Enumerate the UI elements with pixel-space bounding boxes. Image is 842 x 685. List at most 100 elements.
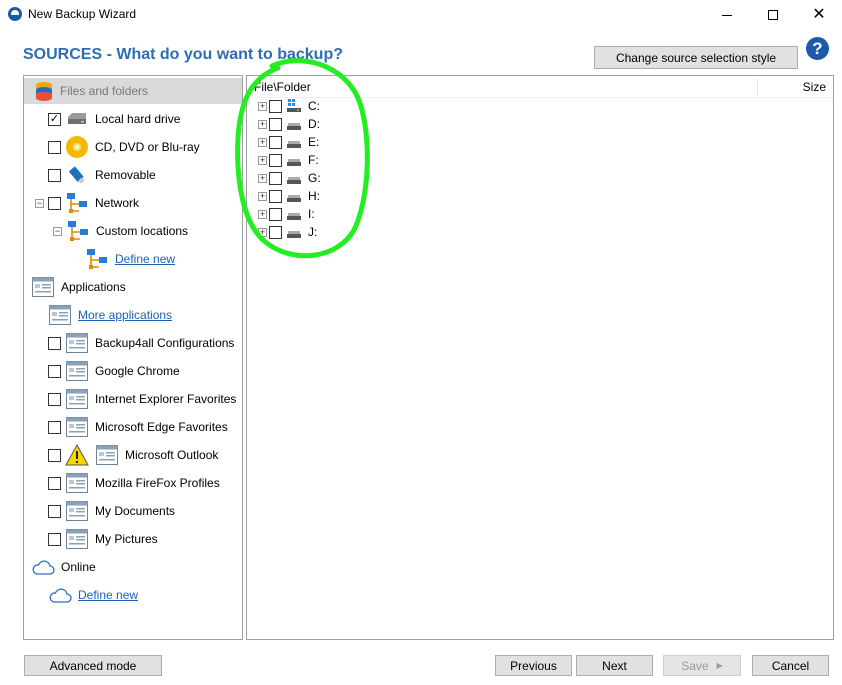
- define-new-network-link[interactable]: Define new: [115, 252, 175, 266]
- drive-row[interactable]: + J:: [258, 223, 317, 241]
- tree-column-header: File\Folder Size: [247, 76, 833, 98]
- help-icon[interactable]: ?: [806, 37, 829, 60]
- network-icon: [66, 219, 90, 243]
- app-item[interactable]: My Pictures: [48, 526, 158, 552]
- app-label: Google Chrome: [95, 364, 180, 378]
- optical-checkbox[interactable]: [48, 140, 61, 154]
- drive-row[interactable]: + H:: [258, 187, 320, 205]
- app-item[interactable]: Backup4all Configurations: [48, 330, 234, 356]
- app-item[interactable]: Internet Explorer Favorites: [48, 386, 236, 412]
- define-new-online-link[interactable]: Define new: [78, 588, 138, 602]
- next-button[interactable]: Next: [576, 655, 653, 676]
- maximize-button[interactable]: [750, 0, 796, 30]
- local-drive-checkbox[interactable]: ✓: [48, 112, 61, 126]
- category-online[interactable]: Online: [31, 554, 96, 580]
- source-label: Removable: [95, 168, 156, 182]
- drive-checkbox[interactable]: [269, 135, 282, 149]
- drive-row[interactable]: + C:: [258, 97, 320, 115]
- drive-checkbox[interactable]: [269, 153, 282, 167]
- app-label: Mozilla FireFox Profiles: [95, 476, 220, 490]
- network-icon: [65, 191, 89, 215]
- expand-icon[interactable]: +: [258, 101, 267, 111]
- drive-row[interactable]: + E:: [258, 133, 319, 151]
- source-label: Network: [95, 196, 140, 210]
- source-network[interactable]: − Network: [35, 190, 139, 216]
- app-item[interactable]: Microsoft Edge Favorites: [48, 414, 228, 440]
- drive-label: J:: [308, 225, 318, 239]
- collapse-icon[interactable]: −: [53, 226, 62, 236]
- app-item[interactable]: My Documents: [48, 498, 175, 524]
- source-local-hard-drive[interactable]: ✓ Local hard drive: [48, 106, 180, 132]
- category-applications[interactable]: Applications: [31, 274, 126, 300]
- app-checkbox[interactable]: [48, 476, 61, 490]
- drive-label: F:: [308, 153, 319, 167]
- app-icon: [8, 7, 22, 21]
- app-item[interactable]: Microsoft Outlook: [48, 442, 218, 468]
- app-checkbox[interactable]: [48, 364, 61, 378]
- app-checkbox[interactable]: [48, 336, 61, 350]
- drive-checkbox[interactable]: [269, 99, 282, 113]
- drive-row[interactable]: + D:: [258, 115, 320, 133]
- expand-icon[interactable]: +: [258, 155, 267, 165]
- app-item[interactable]: Mozilla FireFox Profiles: [48, 470, 220, 496]
- change-source-style-button[interactable]: Change source selection style: [594, 46, 798, 69]
- define-new-online-row: Define new: [48, 582, 138, 608]
- drive-checkbox[interactable]: [269, 117, 282, 131]
- drive-row[interactable]: + F:: [258, 151, 319, 169]
- page-title: SOURCES - What do you want to backup?: [23, 46, 343, 63]
- app-checkbox[interactable]: [48, 504, 61, 518]
- application-window-icon: [65, 359, 89, 383]
- column-file-folder[interactable]: File\Folder: [254, 80, 311, 94]
- drive-label: C:: [308, 99, 320, 113]
- more-applications-link[interactable]: More applications: [78, 308, 172, 322]
- app-label: Microsoft Outlook: [125, 448, 219, 462]
- app-label: My Documents: [95, 504, 176, 518]
- expand-icon[interactable]: +: [258, 119, 267, 129]
- network-icon: [85, 247, 109, 271]
- network-checkbox[interactable]: [48, 196, 61, 210]
- previous-button[interactable]: Previous: [495, 655, 572, 676]
- app-item[interactable]: Google Chrome: [48, 358, 180, 384]
- save-button[interactable]: Save ▶: [663, 655, 741, 676]
- expand-icon[interactable]: +: [258, 191, 267, 201]
- source-removable[interactable]: Removable: [48, 162, 156, 188]
- minimize-icon: [722, 14, 732, 16]
- removable-checkbox[interactable]: [48, 168, 61, 182]
- drive-checkbox[interactable]: [269, 207, 282, 221]
- cancel-button[interactable]: Cancel: [752, 655, 829, 676]
- app-checkbox[interactable]: [48, 448, 61, 462]
- hard-drive-icon: [287, 141, 301, 148]
- expand-icon[interactable]: +: [258, 209, 267, 219]
- file-folder-tree: File\Folder Size + C: + D: + E: + F: + G…: [246, 75, 834, 640]
- column-size[interactable]: Size: [803, 80, 826, 94]
- application-window-icon: [65, 527, 89, 551]
- window-title: New Backup Wizard: [28, 7, 137, 21]
- collapse-icon[interactable]: −: [35, 198, 44, 208]
- system-drive-icon: [287, 99, 301, 112]
- app-checkbox[interactable]: [48, 532, 61, 546]
- source-custom-locations[interactable]: − Custom locations: [53, 218, 188, 244]
- drive-checkbox[interactable]: [269, 225, 282, 239]
- category-files-and-folders[interactable]: Files and folders: [24, 78, 242, 104]
- source-label: Custom locations: [96, 224, 189, 238]
- drive-label: E:: [308, 135, 320, 149]
- close-button[interactable]: ✕: [796, 0, 842, 30]
- drive-row[interactable]: + G:: [258, 169, 321, 187]
- source-category-panel: Files and folders ✓ Local hard drive CD,…: [23, 75, 243, 640]
- source-label: Local hard drive: [95, 112, 181, 126]
- drive-checkbox[interactable]: [269, 189, 282, 203]
- close-icon: ✕: [812, 6, 826, 23]
- source-optical-disc[interactable]: CD, DVD or Blu-ray: [48, 134, 200, 160]
- app-checkbox[interactable]: [48, 392, 61, 406]
- expand-icon[interactable]: +: [258, 137, 267, 147]
- drive-checkbox[interactable]: [269, 171, 282, 185]
- drive-row[interactable]: + I:: [258, 205, 315, 223]
- expand-icon[interactable]: +: [258, 173, 267, 183]
- application-window-icon: [65, 499, 89, 523]
- expand-icon[interactable]: +: [258, 227, 267, 237]
- minimize-button[interactable]: [704, 0, 750, 30]
- advanced-mode-button[interactable]: Advanced mode: [24, 655, 162, 676]
- cloud-icon: [31, 555, 55, 579]
- app-checkbox[interactable]: [48, 420, 61, 434]
- hard-drive-icon: [287, 123, 301, 130]
